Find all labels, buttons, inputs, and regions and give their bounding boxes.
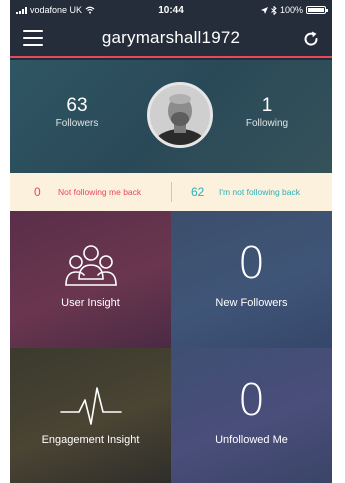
signal-icon <box>16 6 27 14</box>
followers-count: 63 <box>66 95 88 116</box>
wifi-icon <box>85 6 95 14</box>
profile-photo <box>150 85 210 145</box>
follow-balance-strip: 0 Not following me back 62 I'm not follo… <box>10 173 332 211</box>
status-left: vodafone UK <box>16 5 95 15</box>
following-count: 1 <box>261 95 273 116</box>
im-not-following-back-count: 62 <box>191 185 205 199</box>
new-followers-count: 0 <box>237 238 266 289</box>
tile-icon-area <box>59 376 123 426</box>
following-stat[interactable]: 1 Following <box>222 95 312 130</box>
not-following-back-item[interactable]: 0 Not following me back <box>10 173 171 211</box>
unfollowed-me-tile[interactable]: 0 Unfollowed Me <box>171 348 332 483</box>
location-arrow-icon <box>260 6 268 14</box>
engagement-insight-tile[interactable]: Engagement Insight <box>10 348 171 483</box>
battery-icon <box>306 6 328 14</box>
profile-summary: 63 Followers 1 Following <box>10 60 332 173</box>
unfollowed-me-label: Unfollowed Me <box>215 434 288 446</box>
engagement-insight-label: Engagement Insight <box>41 434 140 446</box>
carrier-name: vodafone UK <box>30 5 83 15</box>
new-followers-tile[interactable]: 0 New Followers <box>171 211 332 348</box>
not-following-back-label: Not following me back <box>58 186 142 197</box>
users-group-icon <box>64 245 117 286</box>
followers-stat[interactable]: 63 Followers <box>32 95 122 130</box>
bluetooth-icon <box>271 5 277 15</box>
following-label: Following <box>245 118 289 129</box>
status-bar: vodafone UK 10:44 100% <box>10 0 332 20</box>
new-followers-label: New Followers <box>215 297 288 309</box>
hamburger-menu-icon[interactable] <box>23 30 43 46</box>
im-not-following-back-item[interactable]: 62 I'm not following back <box>171 173 332 211</box>
app-header: garymarshall1972 <box>10 20 332 58</box>
user-insight-tile[interactable]: User Insight <box>10 211 171 348</box>
pulse-line-icon <box>59 387 122 425</box>
page-title: garymarshall1972 <box>101 28 241 47</box>
not-following-back-count: 0 <box>34 185 41 199</box>
im-not-following-back-label: I'm not following back <box>219 186 300 197</box>
refresh-icon[interactable] <box>302 30 320 48</box>
battery-percent: 100% <box>279 5 303 15</box>
unfollowed-me-count: 0 <box>237 375 266 426</box>
followers-label: Followers <box>55 118 99 129</box>
user-insight-label: User Insight <box>61 297 120 309</box>
tile-icon-area <box>64 239 118 289</box>
app-screen: vodafone UK 10:44 100% garymarshall1972 <box>10 0 332 483</box>
status-right: 100% <box>260 5 328 15</box>
avatar <box>147 82 213 148</box>
